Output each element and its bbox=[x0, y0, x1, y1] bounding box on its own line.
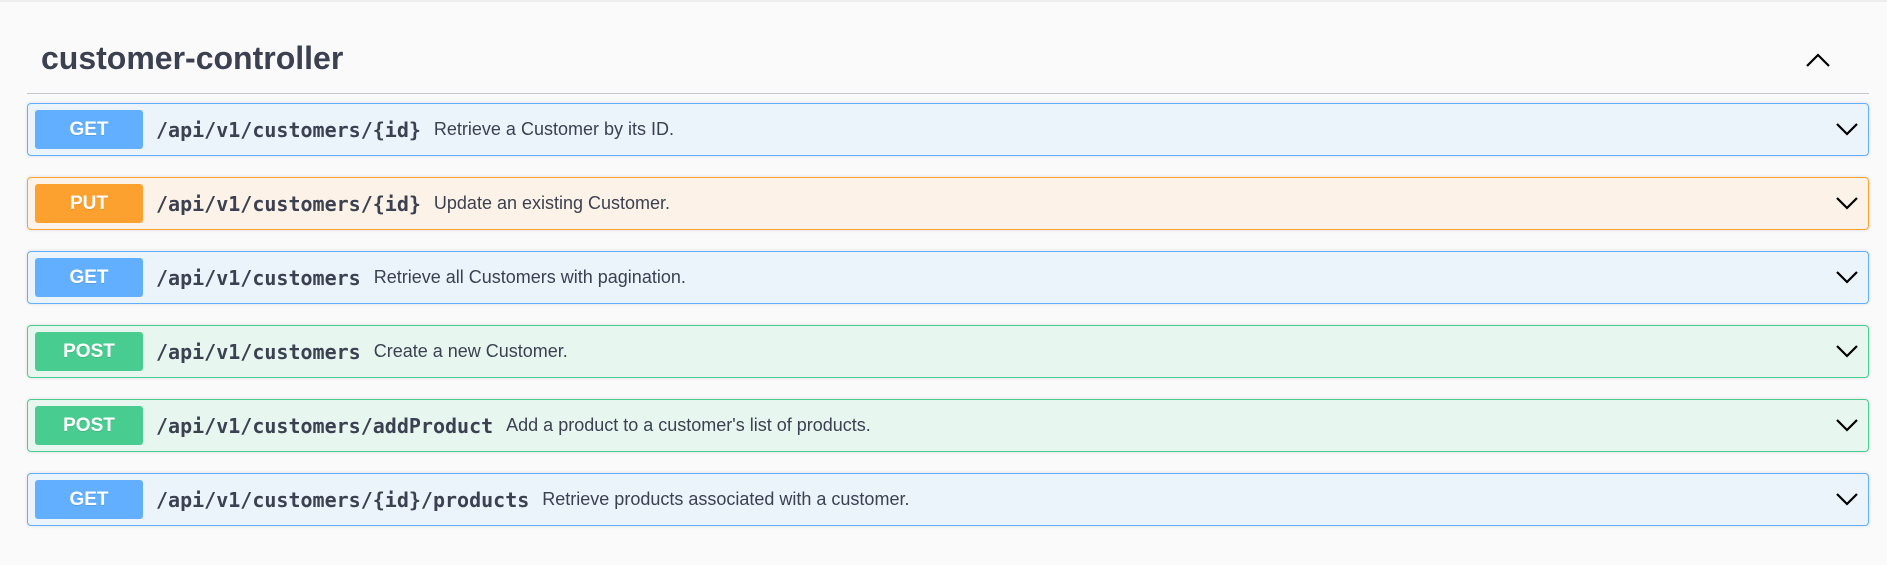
controller-section: customer-controller GET /api/v1/customer… bbox=[27, 22, 1869, 547]
method-badge: GET bbox=[35, 480, 143, 519]
top-divider bbox=[0, 0, 1887, 2]
section-title: customer-controller bbox=[41, 40, 344, 76]
operation-summary: Retrieve all Customers with pagination. bbox=[373, 267, 686, 287]
operation-path[interactable]: /api/v1/customers/addProduct bbox=[156, 414, 493, 438]
operation-row[interactable]: GET /api/v1/customers/{id} Retrieve a Cu… bbox=[27, 103, 1869, 156]
operation-path[interactable]: /api/v1/customers bbox=[156, 266, 361, 290]
method-badge: GET bbox=[35, 258, 143, 297]
chevron-down-icon[interactable] bbox=[1834, 487, 1860, 511]
chevron-down-icon[interactable] bbox=[1834, 265, 1860, 289]
operation-path[interactable]: /api/v1/customers/{id} bbox=[156, 118, 421, 142]
section-header[interactable]: customer-controller bbox=[27, 22, 1869, 94]
operation-summary: Update an existing Customer. bbox=[433, 193, 671, 213]
method-badge: POST bbox=[35, 406, 143, 445]
chevron-down-icon[interactable] bbox=[1834, 413, 1860, 437]
chevron-down-icon[interactable] bbox=[1834, 339, 1860, 363]
operation-row[interactable]: POST /api/v1/customers Create a new Cust… bbox=[27, 325, 1869, 378]
operation-row[interactable]: GET /api/v1/customers Retrieve all Custo… bbox=[27, 251, 1869, 304]
method-badge: PUT bbox=[35, 184, 143, 223]
operation-path[interactable]: /api/v1/customers/{id}/products bbox=[156, 488, 529, 512]
operation-row[interactable]: GET /api/v1/customers/{id}/products Retr… bbox=[27, 473, 1869, 526]
operations-list: GET /api/v1/customers/{id} Retrieve a Cu… bbox=[27, 103, 1869, 526]
method-badge: GET bbox=[35, 110, 143, 149]
operation-summary: Create a new Customer. bbox=[373, 341, 568, 361]
operation-summary: Add a product to a customer's list of pr… bbox=[506, 415, 871, 435]
operation-summary: Retrieve a Customer by its ID. bbox=[433, 119, 674, 139]
chevron-down-icon[interactable] bbox=[1834, 191, 1860, 215]
operation-path[interactable]: /api/v1/customers/{id} bbox=[156, 192, 421, 216]
chevron-down-icon[interactable] bbox=[1834, 117, 1860, 141]
operation-path[interactable]: /api/v1/customers bbox=[156, 340, 361, 364]
chevron-up-icon[interactable] bbox=[1803, 48, 1833, 72]
operation-row[interactable]: POST /api/v1/customers/addProduct Add a … bbox=[27, 399, 1869, 452]
method-badge: POST bbox=[35, 332, 143, 371]
operation-row[interactable]: PUT /api/v1/customers/{id} Update an exi… bbox=[27, 177, 1869, 230]
operation-summary: Retrieve products associated with a cust… bbox=[542, 489, 910, 509]
